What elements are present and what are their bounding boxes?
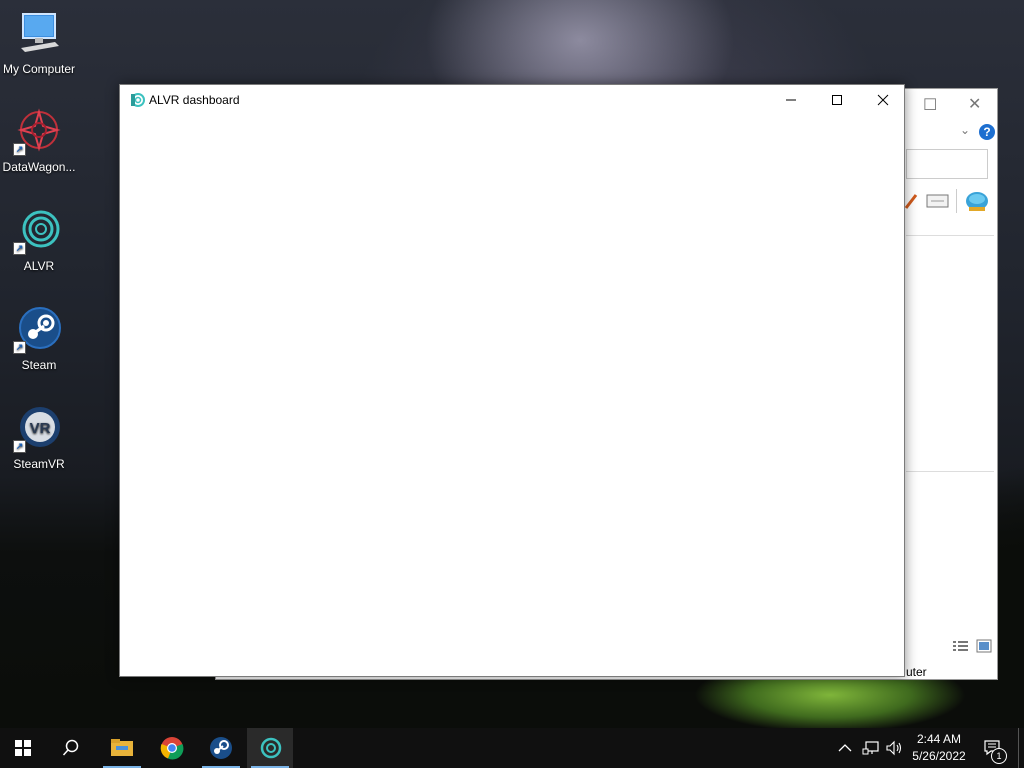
- desktop-icon-label: SteamVR: [13, 457, 65, 471]
- taskbar-alvr[interactable]: [247, 728, 293, 768]
- help-icon[interactable]: ?: [979, 124, 995, 140]
- svg-text:VR: VR: [30, 420, 51, 437]
- desktop-icon-label: Steam: [21, 358, 57, 372]
- window-title: ALVR dashboard: [149, 93, 240, 107]
- clock[interactable]: 2:44 AM 5/26/2022: [906, 731, 972, 765]
- maximize-icon[interactable]: ☐: [923, 95, 937, 115]
- status-bar-text: uter: [906, 665, 927, 679]
- chevron-up-icon: [838, 744, 852, 752]
- pencil-icon[interactable]: [904, 192, 918, 210]
- folder-icon: [111, 739, 133, 756]
- desktop-icon-datawagon[interactable]: ↗ DataWagon...: [0, 108, 78, 174]
- taskbar-steam[interactable]: [198, 728, 244, 768]
- network-icon: [862, 741, 879, 755]
- show-desktop-button[interactable]: [1018, 728, 1019, 768]
- close-icon: [877, 94, 889, 106]
- alvr-icon: ↗: [13, 207, 63, 255]
- start-button[interactable]: [0, 728, 46, 768]
- steamvr-icon: VR ↗: [13, 405, 63, 453]
- alvr-dashboard-window[interactable]: ALVR dashboard: [119, 84, 905, 677]
- maximize-button[interactable]: [814, 85, 860, 115]
- address-bar[interactable]: [906, 149, 988, 179]
- close-icon[interactable]: ✕: [968, 94, 981, 114]
- shortcut-arrow-icon: ↗: [13, 143, 26, 156]
- network-tray-button[interactable]: [862, 728, 880, 768]
- search-icon: [62, 739, 79, 756]
- clock-date: 5/26/2022: [912, 749, 966, 763]
- desktop-icon-steam[interactable]: ↗ Steam: [0, 306, 78, 372]
- minimize-icon: [786, 99, 796, 101]
- desktop-icon-label: My Computer: [2, 62, 76, 76]
- show-hidden-icons-button[interactable]: [838, 728, 852, 768]
- datawagon-icon: ↗: [13, 108, 63, 156]
- toolbar-divider: [956, 189, 957, 213]
- envelope-icon[interactable]: [926, 193, 950, 209]
- taskbar-file-explorer[interactable]: [99, 728, 145, 768]
- divider: [906, 471, 994, 472]
- speaker-icon: [886, 740, 902, 756]
- clock-time: 2:44 AM: [916, 732, 962, 746]
- volume-tray-button[interactable]: [886, 728, 904, 768]
- desktop-icon-alvr[interactable]: ↗ ALVR: [0, 207, 78, 273]
- title-bar[interactable]: ALVR dashboard: [120, 85, 904, 115]
- network-globe-icon[interactable]: [964, 189, 990, 213]
- desktop-icon-my-computer[interactable]: My Computer: [0, 10, 78, 76]
- shortcut-arrow-icon: ↗: [13, 341, 26, 354]
- desktop-icon-steamvr[interactable]: VR ↗ SteamVR: [0, 405, 78, 471]
- maximize-icon: [832, 95, 842, 105]
- close-button[interactable]: [860, 85, 906, 115]
- steam-icon: [210, 737, 232, 759]
- search-button[interactable]: [48, 728, 94, 768]
- desktop-icon-label: DataWagon...: [2, 160, 76, 174]
- minimize-button[interactable]: [768, 85, 814, 115]
- chevron-down-icon[interactable]: ⌄: [960, 123, 970, 137]
- shortcut-arrow-icon: ↗: [13, 242, 26, 255]
- steam-icon: ↗: [13, 306, 63, 354]
- shortcut-arrow-icon: ↗: [13, 440, 26, 453]
- details-view-icon[interactable]: [952, 639, 970, 653]
- alvr-icon: [260, 737, 282, 759]
- alvr-icon: [131, 93, 145, 107]
- chrome-icon: [160, 737, 184, 760]
- desktop-icon-label: ALVR: [23, 259, 55, 273]
- taskbar: 2:44 AM 5/26/2022 1: [0, 728, 1024, 768]
- windows-logo-icon: [15, 740, 31, 756]
- monitor-icon: [15, 10, 63, 58]
- action-center-button[interactable]: 1: [983, 728, 1007, 768]
- notification-count-badge: 1: [991, 748, 1007, 764]
- window-content-area: [120, 115, 904, 676]
- large-icons-view-icon[interactable]: [976, 639, 992, 653]
- divider: [906, 235, 994, 236]
- taskbar-chrome[interactable]: [149, 728, 195, 768]
